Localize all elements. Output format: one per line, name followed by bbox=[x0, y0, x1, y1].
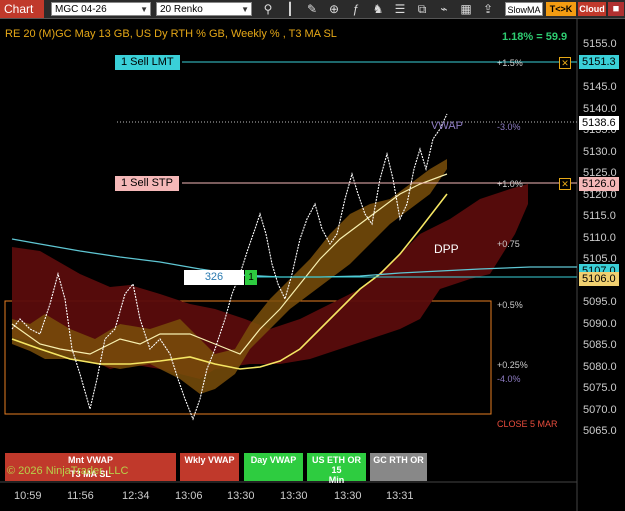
price-chart-canvas[interactable] bbox=[0, 19, 625, 511]
price-tick-label: 5080.0 bbox=[583, 360, 617, 373]
time-tick-label: 13:30 bbox=[227, 490, 255, 502]
stop-price-box: 5126.0 bbox=[579, 177, 619, 191]
cloud-button[interactable]: Cloud bbox=[578, 2, 606, 16]
position-flag[interactable]: 1 bbox=[245, 270, 257, 285]
chart-title: RE 20 (M)GC May 13 GB, US Dy RTH % GB, W… bbox=[5, 28, 337, 40]
copyright-text: © 2026 NinjaTrader, LLC bbox=[7, 465, 129, 477]
price-tick-label: 5075.0 bbox=[583, 382, 617, 394]
day-vwap-button[interactable]: Day VWAP bbox=[244, 453, 303, 481]
price-tick-label: 5115.0 bbox=[583, 210, 616, 222]
gc-rth-or-button[interactable]: GC RTH OR bbox=[370, 453, 427, 481]
magnifier-icon[interactable]: ⚲ bbox=[261, 1, 275, 17]
time-tick-label: 11:56 bbox=[67, 490, 94, 502]
price-tick-label: 5145.0 bbox=[583, 81, 617, 93]
level-plus-0-25: +0.25% bbox=[497, 360, 528, 370]
time-tick-label: 10:59 bbox=[14, 490, 42, 502]
price-tick-label: 5110.0 bbox=[583, 231, 616, 244]
price-tick-label: 5065.0 bbox=[583, 425, 617, 437]
instrument-selector[interactable]: MGC 04-26 ▼ bbox=[51, 2, 151, 16]
period-value: 20 Renko bbox=[160, 4, 203, 15]
gc-rth-or-label: GC RTH OR bbox=[373, 455, 424, 465]
us-eth-or-label-line2: Min bbox=[328, 475, 345, 485]
zoom-in-icon[interactable]: ⊕ bbox=[327, 1, 341, 17]
position-price-value: 5106.0 bbox=[582, 273, 616, 285]
performance-readout: 1.18% = 59.9 bbox=[502, 31, 568, 43]
time-tick-label: 13:06 bbox=[175, 490, 203, 502]
level-plus-1-5: +1.5% bbox=[497, 58, 523, 68]
vwap-label: VWAP bbox=[431, 120, 463, 132]
position-price-box: 5106.0 bbox=[579, 272, 619, 286]
price-tick-label: 5090.0 bbox=[583, 317, 617, 330]
time-tick-label: 13:30 bbox=[280, 490, 308, 502]
sell-stop-order-label[interactable]: 1 Sell STP bbox=[115, 176, 179, 191]
strategies-icon[interactable]: ♞ bbox=[371, 1, 385, 17]
weekly-vwap-button[interactable]: Wkly VWAP bbox=[180, 453, 239, 481]
sell-limit-order-label[interactable]: 1 Sell LMT bbox=[115, 55, 180, 70]
chevron-down-icon: ▼ bbox=[241, 5, 249, 14]
limit-price-box: 5151.3 bbox=[579, 55, 619, 69]
properties-icon[interactable]: ☰ bbox=[393, 1, 407, 17]
last-price-value: 5138.6 bbox=[582, 117, 616, 129]
price-tick-label: 5140.0 bbox=[583, 102, 617, 115]
dpp-label: DPP bbox=[434, 242, 459, 256]
data-box-icon[interactable]: ▦ bbox=[459, 1, 473, 17]
level-minus-4-0: -4.0% bbox=[497, 374, 521, 384]
stop-price-value: 5126.0 bbox=[582, 178, 616, 190]
indicators-icon[interactable]: ƒ bbox=[349, 1, 363, 17]
chart-tab[interactable]: Chart bbox=[0, 0, 44, 18]
us-eth-or-label-line1: US ETH OR 15 bbox=[311, 455, 361, 475]
chart-toolbar: Chart MGC 04-26 ▼ 20 Renko ▼ ⚲ ┃ ✎ ⊕ ƒ ♞… bbox=[0, 0, 625, 19]
price-tick-label: 5085.0 bbox=[583, 339, 617, 351]
prior-close-label: CLOSE 5 MAR bbox=[497, 419, 558, 429]
cancel-stop-order-icon[interactable]: ✕ bbox=[559, 178, 571, 190]
tk-button[interactable]: T<>K bbox=[546, 2, 576, 16]
bar-style-icon[interactable]: ┃ bbox=[283, 1, 297, 17]
chevron-down-icon: ▼ bbox=[140, 5, 148, 14]
close-icon[interactable]: ■ bbox=[608, 2, 624, 16]
price-tick-label: 5155.0 bbox=[583, 38, 617, 50]
limit-price-value: 5151.3 bbox=[582, 56, 616, 68]
position-quantity[interactable]: 326 bbox=[184, 270, 244, 285]
time-tick-label: 13:30 bbox=[334, 490, 362, 502]
weekly-vwap-label: Wkly VWAP bbox=[184, 455, 235, 465]
attach-icon[interactable]: ⌁ bbox=[437, 1, 451, 17]
price-tick-label: 5095.0 bbox=[583, 296, 617, 308]
level-plus-0-5: +0.5% bbox=[497, 300, 523, 310]
day-vwap-label: Day VWAP bbox=[250, 455, 297, 465]
last-price-box: 5138.6 bbox=[579, 116, 619, 130]
price-tick-label: 5130.0 bbox=[583, 145, 617, 158]
level-minus-3-0: -3.0% bbox=[497, 122, 521, 132]
window-linking-icon[interactable]: ⧉ bbox=[415, 1, 429, 17]
monthly-vwap-label: Mnt VWAP bbox=[68, 455, 113, 465]
time-tick-label: 12:34 bbox=[122, 490, 150, 502]
instrument-value: MGC 04-26 bbox=[55, 4, 107, 15]
cancel-limit-order-icon[interactable]: ✕ bbox=[559, 57, 571, 69]
level-plus-1-0: +1.0% bbox=[497, 179, 523, 189]
price-tick-label: 5070.0 bbox=[583, 403, 617, 416]
time-tick-label: 13:31 bbox=[386, 490, 414, 502]
us-eth-or-button[interactable]: US ETH OR 15 Min bbox=[307, 453, 366, 485]
period-selector[interactable]: 20 Renko ▼ bbox=[156, 2, 252, 16]
level-plus-0-75: +0.75 bbox=[497, 239, 520, 249]
slowma-button[interactable]: SlowMA bbox=[505, 2, 543, 16]
drawing-tool-icon[interactable]: ✎ bbox=[305, 1, 319, 17]
share-icon[interactable]: ⇪ bbox=[481, 1, 495, 17]
